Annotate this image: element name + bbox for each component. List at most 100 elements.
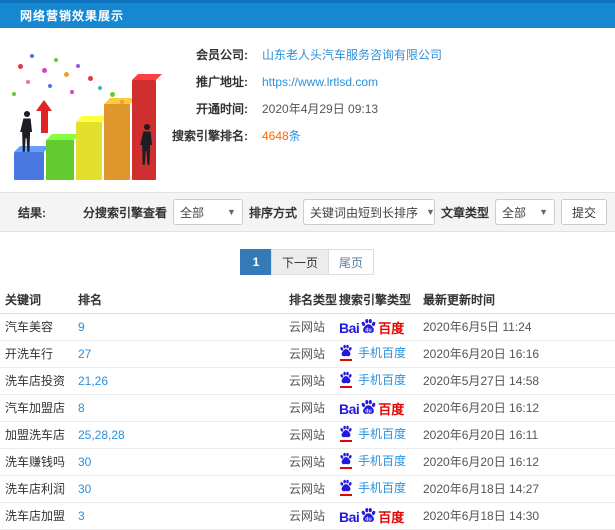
ranking-table: 关键词 排名 排名类型 搜索引擎类型 最新更新时间 汽车美容 9 云网站 Bai du 百… (0, 287, 615, 530)
businessman-figure (20, 110, 33, 152)
rank-cell[interactable]: 27 (78, 340, 289, 368)
table-row: 洗车店加盟 3 云网站 Bai du 百度 2020年6月18日 14:30 (0, 502, 615, 530)
engine-type-cell: 手机百度 (339, 448, 423, 476)
submit-button[interactable]: 提交 (561, 199, 607, 225)
engine-type-cell: 手机百度 (339, 340, 423, 368)
baidu-paw-icon: du (360, 318, 377, 335)
rank-cell[interactable]: 3 (78, 502, 289, 530)
article-type-label: 文章类型 (440, 205, 489, 220)
filter-bar: 结果: 分搜索引擎查看 全部 ▼ 排序方式 关键词由短到长排序 ▼ 文章类型 全… (0, 192, 615, 232)
page-button-1[interactable]: 1 (239, 249, 272, 275)
keyword-cell: 洗车赚钱吗 (0, 448, 78, 476)
updated-time-cell: 2020年6月20日 16:16 (423, 340, 615, 368)
sort-select[interactable]: 关键词由短到长排序 ▼ (302, 199, 435, 225)
header-rank: 排名 (78, 287, 289, 314)
sort-selected-value: 关键词由短到长排序 (309, 205, 418, 220)
company-label: 会员公司: (196, 48, 248, 62)
updated-time-cell: 2020年6月20日 16:12 (423, 394, 615, 422)
baidu-logo: Bai du 百度 (339, 507, 405, 525)
top-section: 会员公司: 山东老人头汽车服务咨询有限公司 推广地址: https://www.… (0, 28, 615, 192)
rank-cell[interactable]: 25,28,28 (78, 421, 289, 449)
baidu-logo: Bai du 百度 (339, 399, 405, 417)
rank-type-cell: 云网站 (289, 448, 339, 476)
table-row: 汽车美容 9 云网站 Bai du 百度 2020年6月5日 11:24 (0, 313, 615, 341)
mobile-baidu-logo: 手机百度 (339, 452, 406, 470)
chevron-down-icon: ▼ (426, 207, 435, 217)
rank-cell[interactable]: 21,26 (78, 367, 289, 395)
article-type-selected-value: 全部 (502, 205, 527, 220)
chevron-down-icon: ▼ (227, 207, 236, 217)
info-row-open-time: 开通时间: 2020年4月29日 09:13 (170, 95, 615, 122)
table-body: 汽车美容 9 云网站 Bai du 百度 2020年6月5日 11:24 开洗车行 27 云网站手… (0, 313, 615, 530)
pagination: 1 下一页 尾页 (0, 249, 615, 275)
company-link[interactable]: 山东老人头汽车服务咨询有限公司 (262, 46, 442, 63)
keyword-cell: 汽车加盟店 (0, 394, 78, 422)
mobile-baidu-logo: 手机百度 (339, 425, 406, 443)
promo-url-link[interactable]: https://www.lrtlsd.com (262, 75, 378, 89)
baidu-paw-icon (339, 344, 353, 362)
baidu-logo: Bai du 百度 (339, 318, 405, 336)
engine-type-cell: Bai du 百度 (339, 313, 423, 341)
result-label: 结果: (18, 205, 46, 220)
open-time-label: 开通时间: (196, 102, 248, 116)
illustration-bar-yellow (76, 122, 102, 180)
keyword-cell: 洗车店投资 (0, 367, 78, 395)
illustration-bar-orange (104, 104, 130, 180)
svg-text:du: du (366, 327, 372, 333)
promo-url-label: 推广地址: (196, 75, 248, 89)
rank-cell[interactable]: 9 (78, 313, 289, 341)
page-title: 网络营销效果展示 (20, 9, 125, 23)
mobile-baidu-logo: 手机百度 (339, 479, 406, 497)
updated-time-cell: 2020年6月20日 16:11 (423, 421, 615, 449)
rank-cell[interactable]: 30 (78, 475, 289, 503)
keyword-cell: 洗车店加盟 (0, 502, 78, 530)
engine-type-cell: 手机百度 (339, 421, 423, 449)
rank-count-suffix[interactable]: 条 (289, 129, 301, 143)
last-page-button[interactable]: 尾页 (328, 249, 375, 275)
table-row: 洗车店利润 30 云网站 手机百度 2020年6月18日 14:27 (0, 475, 615, 503)
engine-filter-label: 分搜索引擎查看 (82, 205, 167, 220)
info-row-rank-count: 搜索引擎排名: 4648条 (170, 122, 615, 149)
filter-controls: 分搜索引擎查看 全部 ▼ 排序方式 关键词由短到长排序 ▼ 文章类型 全部 ▼ … (83, 199, 607, 225)
header-engine-type: 搜索引擎类型 (339, 287, 423, 314)
updated-time-cell: 2020年6月18日 14:30 (423, 502, 615, 530)
mobile-baidu-logo: 手机百度 (339, 344, 406, 362)
rank-type-cell: 云网站 (289, 475, 339, 503)
bar-chart-illustration (0, 28, 170, 192)
table-row: 开洗车行 27 云网站 手机百度 2020年6月20日 16:16 (0, 340, 615, 368)
header-rank-type: 排名类型 (289, 287, 339, 314)
up-arrow-icon (36, 100, 52, 134)
keyword-cell: 汽车美容 (0, 313, 78, 341)
baidu-paw-icon (339, 452, 353, 470)
open-time-value: 2020年4月29日 09:13 (262, 102, 379, 116)
engine-type-cell: 手机百度 (339, 367, 423, 395)
table-header-row: 关键词 排名 排名类型 搜索引擎类型 最新更新时间 (0, 287, 615, 314)
baidu-paw-icon: du (360, 507, 377, 524)
engine-type-cell: Bai du 百度 (339, 502, 423, 530)
engine-type-cell: Bai du 百度 (339, 394, 423, 422)
illustration-bar-blue (14, 152, 44, 180)
header-keyword: 关键词 (0, 287, 78, 314)
updated-time-cell: 2020年5月27日 14:58 (423, 367, 615, 395)
rank-type-cell: 云网站 (289, 502, 339, 530)
rank-cell[interactable]: 30 (78, 448, 289, 476)
rank-cell[interactable]: 8 (78, 394, 289, 422)
keyword-cell: 洗车店利润 (0, 475, 78, 503)
header-updated: 最新更新时间 (423, 287, 615, 314)
engine-type-cell: 手机百度 (339, 475, 423, 503)
engine-filter-select[interactable]: 全部 ▼ (172, 199, 243, 225)
article-type-select[interactable]: 全部 ▼ (495, 199, 555, 225)
updated-time-cell: 2020年6月20日 16:12 (423, 448, 615, 476)
baidu-paw-icon: du (360, 399, 377, 416)
next-page-button[interactable]: 下一页 (270, 249, 329, 275)
keyword-cell: 开洗车行 (0, 340, 78, 368)
table-row: 汽车加盟店 8 云网站 Bai du 百度 2020年6月20日 16:12 (0, 394, 615, 422)
rank-count-label: 搜索引擎排名: (172, 129, 248, 143)
mobile-baidu-logo: 手机百度 (339, 371, 406, 389)
sort-label: 排序方式 (248, 205, 297, 220)
engine-filter-selected-value: 全部 (179, 205, 204, 220)
rank-type-cell: 云网站 (289, 313, 339, 341)
baidu-paw-icon (339, 371, 353, 389)
chevron-down-icon: ▼ (539, 207, 548, 217)
rank-type-cell: 云网站 (289, 340, 339, 368)
